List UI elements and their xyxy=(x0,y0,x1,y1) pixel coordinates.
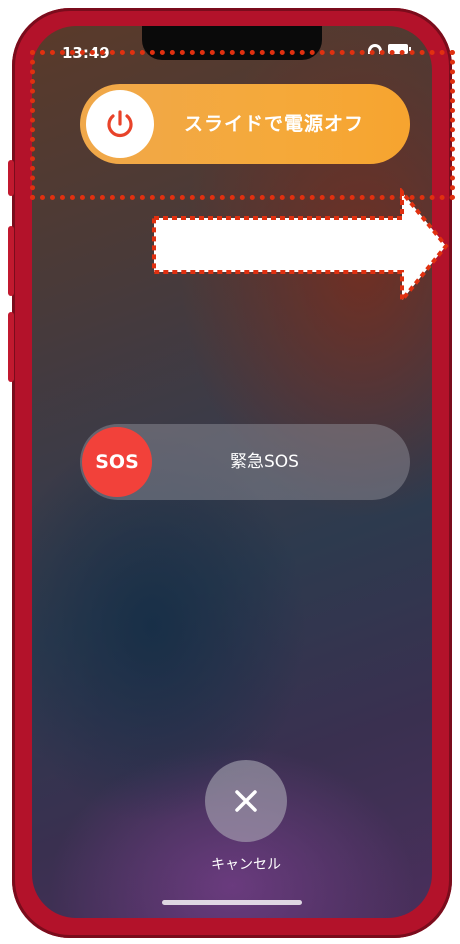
close-icon xyxy=(235,790,257,812)
side-button-volume-up xyxy=(8,226,14,296)
home-indicator xyxy=(162,900,302,905)
cancel-label: キャンセル xyxy=(211,857,281,873)
cancel-button[interactable] xyxy=(205,760,287,842)
emergency-sos-slider[interactable]: SOS 緊急SOS xyxy=(80,424,410,500)
annotation-arrow-right-icon xyxy=(152,188,449,304)
side-button-volume-down xyxy=(8,312,14,382)
sos-slider-label: 緊急SOS xyxy=(230,452,299,472)
side-button-silent xyxy=(8,160,14,196)
sos-slider-knob[interactable]: SOS xyxy=(82,427,152,497)
annotation-highlight-box xyxy=(30,50,455,200)
